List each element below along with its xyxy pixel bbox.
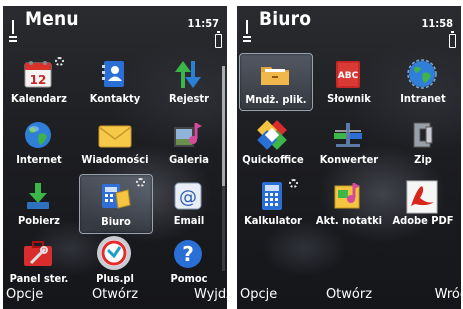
status-bar: Biuro 11:58 xyxy=(237,6,461,52)
scrollbar-thumb[interactable] xyxy=(222,66,225,186)
svg-text:@: @ xyxy=(179,187,197,208)
menu-item-label: Rejestr xyxy=(169,92,209,105)
running-badge-icon xyxy=(289,179,298,188)
menu-item-intranet[interactable]: Intranet xyxy=(387,55,459,113)
menu-item-biuro[interactable]: Biuro xyxy=(79,174,153,234)
menu-item-kontakty[interactable]: Kontakty xyxy=(79,55,151,113)
battery-icon xyxy=(449,31,456,48)
svg-text:ABC: ABC xyxy=(338,71,359,81)
battery-icon xyxy=(215,31,222,48)
menu-item-wiadomosci[interactable]: Wiadomości xyxy=(79,116,151,174)
menu-item-label: Panel ster. xyxy=(9,272,69,285)
menu-item-file-manager[interactable]: Mndż. plik. xyxy=(239,53,313,111)
calculator-icon xyxy=(256,180,288,212)
page-title: Biuro xyxy=(259,8,312,30)
signal-antenna-icon xyxy=(9,20,17,42)
zip-clamp-icon xyxy=(406,119,438,151)
menu-item-label: Internet xyxy=(16,153,62,166)
softkey-bar: Opcje Otwórz Wróć xyxy=(237,287,461,305)
menu-item-galeria[interactable]: Galeria xyxy=(153,116,225,174)
menu-item-label: Intranet xyxy=(400,92,446,105)
softkey-right-button[interactable]: Wyjdź xyxy=(194,287,227,302)
menu-item-label: Galeria xyxy=(169,153,209,166)
menu-item-label: Akt. notatki xyxy=(315,214,383,227)
email-icon: @ xyxy=(172,180,204,212)
download-icon xyxy=(22,180,54,212)
menu-item-email[interactable]: @ Email xyxy=(153,177,225,235)
signal-antenna-icon xyxy=(243,20,251,42)
menu-item-kalendarz[interactable]: 12 Kalendarz xyxy=(3,55,75,113)
menu-item-zip[interactable]: Zip xyxy=(387,116,459,174)
softkey-middle-button[interactable]: Otwórz xyxy=(237,287,461,302)
running-badge-icon xyxy=(55,57,64,66)
menu-item-internet[interactable]: Internet xyxy=(3,116,75,174)
menu-item-label: Kalendarz xyxy=(11,92,67,105)
menu-item-akt-notatki[interactable]: Akt. notatki xyxy=(313,177,385,235)
menu-item-kalkulator[interactable]: Kalkulator xyxy=(237,177,309,235)
svg-text:12: 12 xyxy=(30,73,47,87)
menu-item-label: Konwerter xyxy=(319,153,379,166)
menu-item-label: Email xyxy=(173,214,205,227)
page-title: Menu xyxy=(25,8,79,30)
globe-icon xyxy=(22,119,54,151)
notes-icon xyxy=(332,180,364,212)
menu-item-plus-pl[interactable]: Plus.pl xyxy=(79,235,151,293)
clock: 11:58 xyxy=(421,17,453,30)
office-folder-screen: Biuro 11:58 Mndż. plik. ABC Słownik Intr… xyxy=(237,6,461,309)
calendar-icon: 12 xyxy=(22,58,54,90)
quickoffice-icon xyxy=(256,119,288,151)
menu-item-label: Biuro xyxy=(101,215,131,228)
adobe-pdf-icon xyxy=(403,180,441,214)
menu-item-quickoffice[interactable]: Quickoffice xyxy=(237,116,309,174)
menu-item-konwerter[interactable]: Konwerter xyxy=(313,116,385,174)
dictionary-icon: ABC xyxy=(332,58,364,90)
envelope-icon xyxy=(98,119,132,151)
toolbox-icon xyxy=(22,238,54,270)
menu-item-label: Pomoc xyxy=(170,272,208,285)
office-icon xyxy=(99,179,131,211)
softkey-right-button[interactable]: Wróć xyxy=(435,287,461,302)
plus-logo-icon xyxy=(96,235,132,271)
menu-item-label: Wiadomości xyxy=(81,153,149,166)
menu-item-adobe-pdf[interactable]: Adobe PDF xyxy=(387,177,459,235)
menu-item-label: Kontakty xyxy=(89,92,141,105)
menu-item-label: Mndż. plik. xyxy=(245,93,307,106)
file-manager-icon xyxy=(259,58,291,90)
menu-item-label: Adobe PDF xyxy=(392,214,454,227)
menu-item-label: Quickoffice xyxy=(242,153,304,166)
menu-item-label: Pobierz xyxy=(18,214,60,227)
menu-item-label: Zip xyxy=(414,153,432,166)
menu-item-label: Słownik xyxy=(327,92,371,105)
menu-item-pobierz[interactable]: Pobierz xyxy=(3,177,75,235)
menu-item-label: Plus.pl xyxy=(96,272,134,285)
menu-item-pomoc[interactable]: ? Pomoc xyxy=(153,235,225,293)
running-badge-icon xyxy=(136,178,145,187)
gallery-icon xyxy=(172,119,204,151)
contacts-icon xyxy=(98,58,130,90)
intranet-globe-icon xyxy=(406,58,438,90)
main-menu-screen: Menu 11:57 12 Kalendarz Kontakty Rejestr xyxy=(3,6,227,309)
status-bar: Menu 11:57 xyxy=(3,6,227,52)
log-arrows-icon xyxy=(172,58,204,90)
converter-icon xyxy=(332,119,364,151)
scrollbar[interactable] xyxy=(222,66,225,271)
menu-item-panel-ster[interactable]: Panel ster. xyxy=(3,235,75,293)
svg-text:?: ? xyxy=(182,242,194,266)
softkey-bar: Opcje Otwórz Wyjdź xyxy=(3,287,227,305)
help-icon: ? xyxy=(172,238,204,270)
menu-item-rejestr[interactable]: Rejestr xyxy=(153,55,225,113)
menu-item-slownik[interactable]: ABC Słownik xyxy=(313,55,385,113)
menu-item-label: Kalkulator xyxy=(244,214,302,227)
clock: 11:57 xyxy=(187,17,219,30)
